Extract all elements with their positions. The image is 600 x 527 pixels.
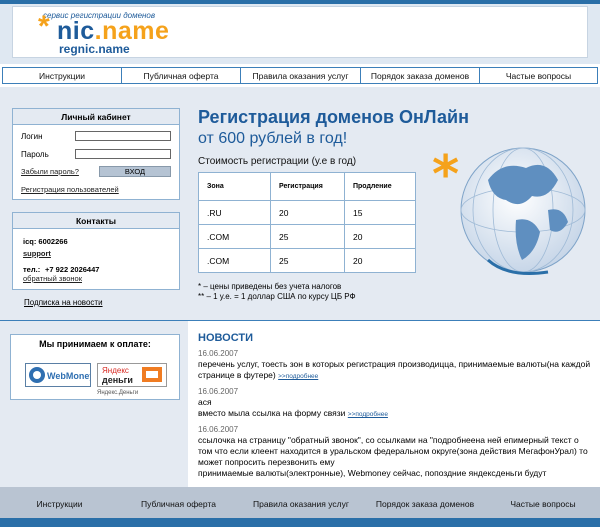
callback-link[interactable]: обратный звонок — [23, 274, 82, 283]
forgot-password-link[interactable]: Забыли пароль? — [21, 167, 79, 176]
footer-item-instructions[interactable]: Инструкции — [0, 497, 119, 511]
news-date: 16.06.2007 — [198, 349, 239, 358]
footer-item-faq[interactable]: Частые вопросы — [486, 497, 600, 511]
page-title: Регистрация доменов ОнЛайн — [198, 107, 469, 127]
cell-registration: 20 — [270, 200, 345, 225]
news-date: 16.06.2007 — [198, 387, 239, 396]
nav-item-order-procedure[interactable]: Порядок заказа доменов — [361, 68, 480, 83]
price-table-header: Зона Регистрация Продление — [198, 172, 416, 201]
cost-label: Стоимость регистрации (у.е в год) — [198, 156, 357, 167]
column-header-renewal: Продление — [344, 172, 416, 201]
globe-illustration: * — [432, 145, 586, 275]
top-nav: Инструкции Публичная оферта Правила оказ… — [2, 67, 598, 84]
news-text-continued: вместо мыла ссылка на форму связи — [198, 408, 346, 418]
footer-nav: Инструкции Публичная оферта Правила оказ… — [0, 497, 600, 511]
password-label: Пароль — [21, 150, 49, 159]
logo[interactable]: сервис регистрации доменов * nic.name re… — [12, 6, 588, 58]
yandex-money-caption: Яндекс.Деньги — [97, 390, 139, 396]
contacts-panel-title: Контакты — [13, 213, 179, 229]
news-item: 16.06.2007 ася вместо мыла ссылка на фор… — [198, 386, 593, 420]
payment-title: Мы принимаем к оплате: — [39, 339, 151, 349]
tax-note: * – цены приведены без учета налогов — [198, 282, 342, 291]
password-input[interactable] — [75, 149, 171, 159]
column-header-registration: Регистрация — [270, 172, 345, 201]
login-panel: Личный кабинет Логин Пароль Забыли парол… — [12, 108, 180, 200]
cell-zone: .RU — [198, 200, 271, 225]
table-row: .COM 25 20 — [198, 248, 416, 273]
news-date: 16.06.2007 — [198, 425, 239, 434]
nav-item-service-rules[interactable]: Правила оказания услуг — [241, 68, 361, 83]
subscribe-news-link[interactable]: Подписка на новости — [24, 298, 103, 307]
login-label: Логин — [21, 132, 43, 141]
webmoney-logo[interactable]: WebMoney — [25, 363, 94, 387]
footer-item-order-procedure[interactable]: Порядок заказа доменов — [364, 497, 486, 511]
currency-note: ** – 1 у.е. = 1 доллар США по курсу ЦБ Р… — [198, 292, 356, 301]
news-text: ссылочка на страницу "обратный звонок", … — [198, 435, 588, 467]
support-link[interactable]: support — [23, 249, 51, 258]
table-row: .RU 20 15 — [198, 200, 416, 225]
more-link[interactable]: >>подробнее — [348, 411, 388, 418]
nav-item-public-offer[interactable]: Публичная оферта — [122, 68, 241, 83]
news-text-continued: принимаемые валюты(электронные), Webmone… — [198, 468, 547, 478]
cell-registration: 25 — [270, 248, 345, 273]
logo-wordmark: nic.name — [57, 17, 170, 45]
footer-item-public-offer[interactable]: Публичная оферта — [119, 497, 238, 511]
webmoney-label: WebMoney — [47, 371, 90, 381]
news-text: ася — [198, 397, 212, 407]
phone-number: +7 922 2026447 — [45, 265, 100, 274]
star-icon: * — [38, 10, 50, 43]
news-text: перечень услуг, тоесть зон в которых рег… — [198, 359, 591, 380]
login-panel-title: Личный кабинет — [13, 109, 179, 125]
payment-panel: Мы принимаем к оплате: WebMoney Яндекс д… — [10, 334, 180, 400]
yandex-money-logo[interactable]: Яндекс деньги — [97, 363, 167, 387]
table-row: .COM 25 20 — [198, 224, 416, 249]
icq-number: icq: 6002266 — [23, 237, 68, 246]
news-heading: НОВОСТИ — [198, 332, 254, 344]
news-item: 16.06.2007 ссылочка на страницу "обратны… — [198, 424, 593, 479]
logo-subdomain: regnic.name — [59, 42, 130, 56]
news-item: 16.06.2007 перечень услуг, тоесть зон в … — [198, 348, 593, 382]
register-link[interactable]: Регистрация пользователей — [21, 185, 119, 194]
header: сервис регистрации доменов * nic.name re… — [0, 4, 600, 64]
bottom-accent-bar — [0, 518, 600, 527]
page-subtitle: от 600 рублей в год! — [198, 130, 348, 147]
cell-renewal: 20 — [344, 248, 416, 273]
star-icon: * — [432, 145, 459, 205]
nav-item-instructions[interactable]: Инструкции — [3, 68, 122, 83]
cell-zone: .COM — [198, 224, 271, 249]
cell-renewal: 20 — [344, 224, 416, 249]
cell-zone: .COM — [198, 248, 271, 273]
contacts-panel: Контакты icq: 6002266 support тел.: +7 9… — [12, 212, 180, 290]
more-link[interactable]: >>подробнее — [278, 373, 318, 380]
nav-item-faq[interactable]: Частые вопросы — [480, 68, 597, 83]
yandex-label: Яндекс — [102, 366, 129, 375]
phone-label: тел.: — [23, 265, 41, 274]
money-label: деньги — [102, 375, 133, 385]
column-header-zone: Зона — [198, 172, 271, 201]
cell-registration: 25 — [270, 224, 345, 249]
price-table: Зона Регистрация Продление .RU 20 15 .CO… — [198, 172, 416, 273]
login-button[interactable]: ВХОД — [99, 166, 171, 177]
cell-renewal: 15 — [344, 200, 416, 225]
footer-item-service-rules[interactable]: Правила оказания услуг — [238, 497, 364, 511]
login-input[interactable] — [75, 131, 171, 141]
